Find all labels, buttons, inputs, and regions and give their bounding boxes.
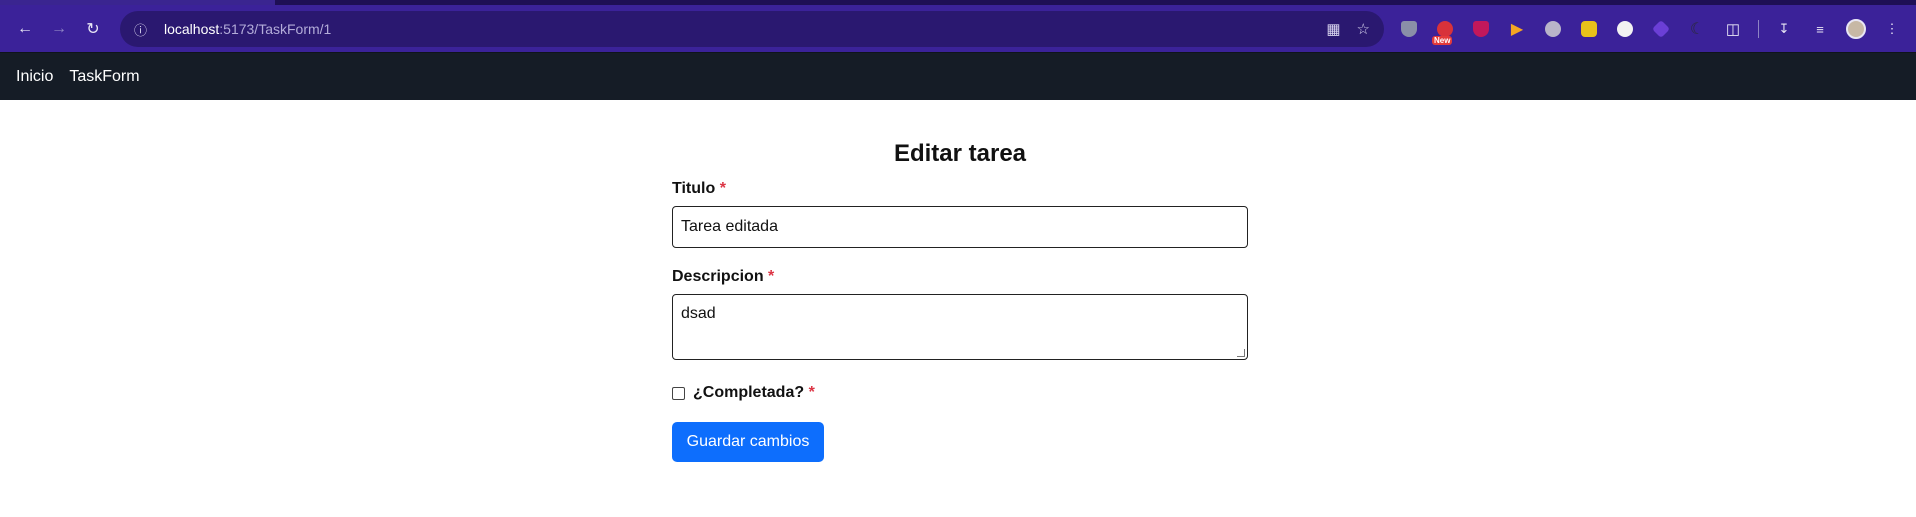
new-extension-icon[interactable]: New [1430, 14, 1460, 45]
menu-kebab-icon[interactable]: ⋮ [1877, 14, 1907, 44]
download-icon[interactable]: ↧ [1769, 14, 1799, 44]
ublock-icon[interactable] [1466, 14, 1496, 44]
media-queue-icon[interactable]: ≡ [1805, 14, 1835, 44]
toolbar-separator [1758, 20, 1759, 38]
resize-handle-icon[interactable] [1237, 349, 1245, 357]
play-extension-icon[interactable]: ▶ [1502, 14, 1532, 44]
nav-item-inicio[interactable]: Inicio [16, 68, 53, 86]
page-title: Editar tarea [893, 140, 1027, 167]
titulo-label-text: Titulo [672, 180, 716, 197]
new-badge: New [1432, 36, 1453, 45]
completada-label-text: ¿Completada? [693, 384, 805, 401]
task-form: Editar tarea Titulo * Tarea editada Desc… [672, 140, 1248, 462]
shield-extension-icon[interactable] [1394, 14, 1424, 44]
nav-item-taskform[interactable]: TaskForm [69, 68, 139, 86]
browser-toolbar: ← → ↻ ⓘ localhost:5173/TaskForm/1 ▦ ☆ Ne… [0, 5, 1916, 52]
titulo-label: Titulo * [672, 180, 1248, 198]
circle-extension-icon[interactable] [1610, 14, 1640, 44]
star-icon[interactable]: ☆ [1357, 20, 1370, 38]
required-mark: * [768, 268, 775, 285]
save-changes-button[interactable]: Guardar cambios [672, 422, 824, 462]
address-bar[interactable]: ⓘ localhost:5173/TaskForm/1 ▦ ☆ [120, 11, 1384, 47]
completada-row: ¿Completada? * [672, 384, 1248, 402]
required-mark: * [719, 180, 726, 197]
descripcion-label: Descripcion * [672, 268, 1248, 286]
completada-label[interactable]: ¿Completada? * [693, 384, 815, 402]
diamond-extension-icon[interactable] [1646, 14, 1676, 44]
required-mark: * [808, 384, 815, 401]
url-host: localhost [164, 21, 220, 37]
url-path: :5173/TaskForm/1 [219, 21, 332, 37]
translate-icon[interactable]: ▦ [1326, 20, 1340, 38]
site-info-icon[interactable]: ⓘ [134, 20, 156, 39]
puzzle-extensions-icon[interactable]: ◫ [1718, 14, 1748, 44]
titulo-input[interactable]: Tarea editada [672, 206, 1248, 248]
url-text[interactable]: localhost:5173/TaskForm/1 [164, 21, 331, 37]
completada-checkbox[interactable] [672, 386, 685, 400]
back-arrow-icon[interactable]: ← [8, 12, 42, 46]
reload-icon[interactable]: ↻ [76, 12, 110, 46]
forward-arrow-icon[interactable]: → [42, 12, 76, 46]
descripcion-value: dsad [681, 305, 716, 322]
app-navbar: Inicio TaskForm [0, 52, 1916, 100]
extensions-bar: New ▶ ☾ ◫ ↧ ≡ ⋮ [1394, 11, 1907, 47]
moon-extension-icon[interactable]: ☾ [1682, 14, 1712, 44]
descripcion-textarea[interactable]: dsad [672, 294, 1248, 360]
owl-extension-icon[interactable] [1538, 14, 1568, 44]
yellow-extension-icon[interactable] [1574, 14, 1604, 44]
profile-avatar[interactable] [1841, 14, 1871, 44]
descripcion-label-text: Descripcion [672, 268, 764, 285]
